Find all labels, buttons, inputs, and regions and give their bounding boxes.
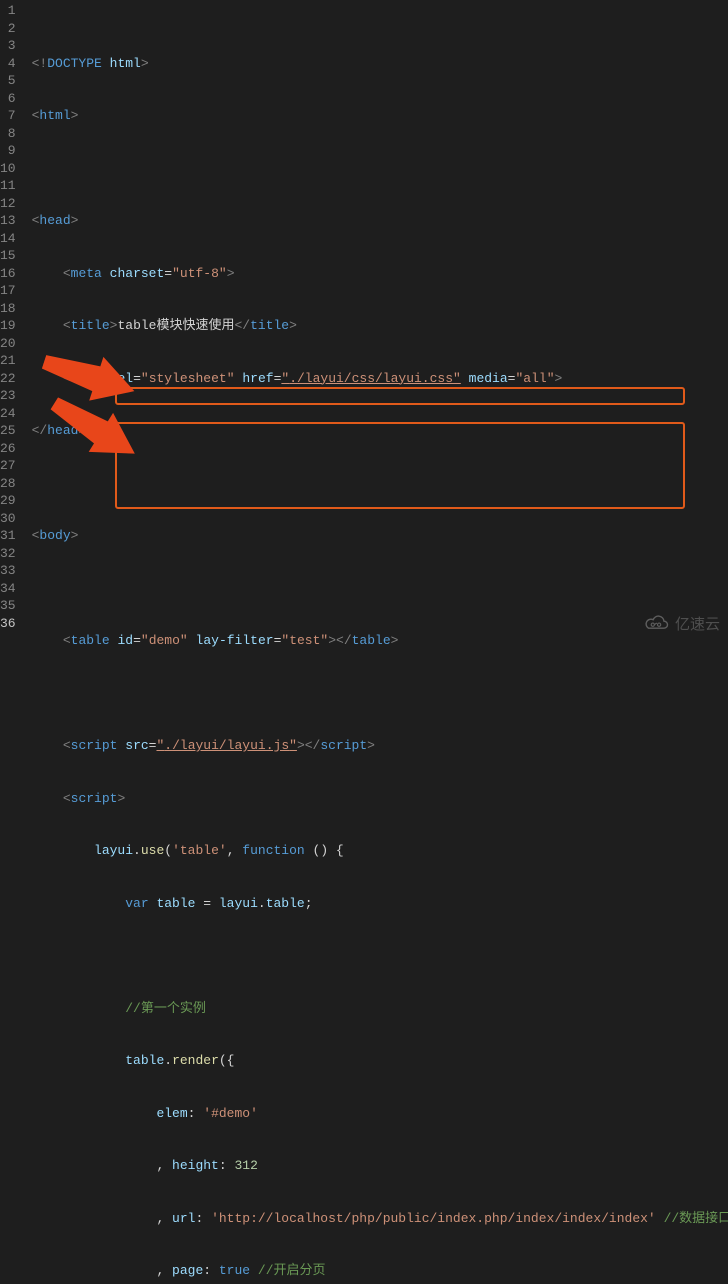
watermark: 亿速云 xyxy=(643,613,720,634)
cloud-icon xyxy=(643,614,671,634)
code-editor: 1234567891011121314151617181920212223242… xyxy=(0,0,728,642)
watermark-text: 亿速云 xyxy=(675,613,720,634)
line-gutter: 1234567891011121314151617181920212223242… xyxy=(0,0,24,642)
code-area: <!DOCTYPE html> <html> <head> <meta char… xyxy=(24,0,728,642)
